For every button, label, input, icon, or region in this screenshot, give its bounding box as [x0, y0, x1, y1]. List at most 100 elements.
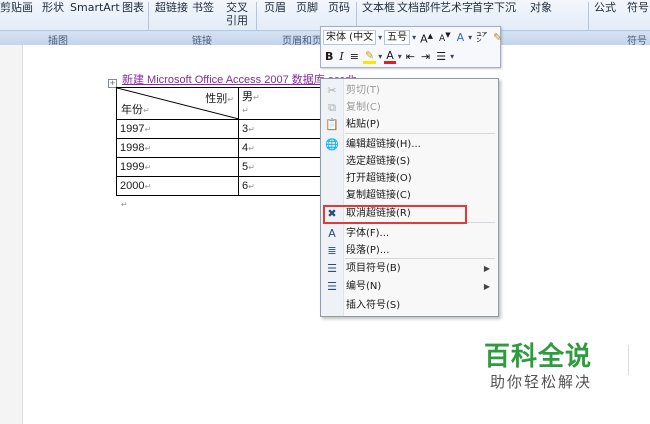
year-cell[interactable]: 1998↵: [116, 138, 239, 158]
wordart-button[interactable]: 艺术字: [440, 1, 473, 14]
chart-button[interactable]: 图表: [122, 1, 144, 14]
submenu-arrow-icon: ▶: [483, 264, 490, 273]
menu-edit-hyperlink[interactable]: 🌐 编辑超链接(H)...: [321, 136, 498, 153]
watermark-subtitle: 助你轻松解决: [490, 373, 593, 391]
object-button[interactable]: 对象: [530, 1, 552, 14]
menu-item-label: 编号(N): [346, 281, 382, 292]
increase-indent-icon[interactable]: ⇥: [419, 49, 432, 64]
equation-button[interactable]: 公式: [594, 1, 616, 14]
menu-paste[interactable]: 📋 粘贴(P): [321, 116, 498, 133]
header-button[interactable]: 页眉: [264, 1, 286, 14]
center-align-icon[interactable]: ≡: [348, 49, 361, 64]
grow-font-icon[interactable]: A▲: [418, 29, 435, 47]
footer-button[interactable]: 页脚: [296, 1, 318, 14]
header-col2-cell[interactable]: 男↵ ↵: [238, 87, 322, 120]
menu-item-label: 段落(P)...: [346, 245, 390, 256]
italic-button[interactable]: I: [337, 49, 345, 64]
menu-item-label: 项目符号(B): [346, 263, 401, 274]
watermark-title: 百科全说: [484, 342, 593, 372]
submenu-arrow-icon: ▶: [483, 282, 490, 291]
value-cell[interactable]: 6↵: [238, 176, 322, 196]
highlight-icon[interactable]: ✎: [362, 50, 377, 64]
year-cell[interactable]: 2000↵: [116, 176, 239, 196]
text-effect-icon[interactable]: A: [455, 30, 467, 45]
menu-item-label: 选定超链接(S): [346, 156, 411, 167]
page-margin: [0, 45, 23, 424]
menu-item-label: 粘贴(P): [346, 119, 380, 130]
symbol-button[interactable]: 符号: [627, 1, 649, 14]
bullets-toolbar-icon[interactable]: ☰: [434, 49, 448, 64]
menu-item-label: 编辑超链接(H)...: [346, 139, 421, 150]
format-painter-icon[interactable]: ✎: [491, 30, 504, 45]
hyperlink-button[interactable]: 超链接: [155, 1, 188, 14]
bookmark-button[interactable]: 书签: [192, 1, 214, 14]
year-text: 1999: [120, 161, 145, 173]
value-cell[interactable]: 4↵: [238, 138, 322, 158]
menu-item-label: 插入符号(S): [346, 300, 401, 311]
value-cell[interactable]: 5↵: [238, 157, 322, 177]
decrease-indent-icon[interactable]: ⇤: [404, 49, 417, 64]
data-table: 性别↵ 年份↵ 男↵ ↵ 1997↵ 3↵ 1998↵ 4↵ 1999↵ 5↵ 2000↵ 6↵: [116, 87, 328, 196]
globe-link-icon: 🌐: [325, 138, 339, 151]
table-row: 1997↵ 3↵: [116, 119, 328, 139]
table-body: 1997↵ 3↵ 1998↵ 4↵ 1999↵ 5↵ 2000↵ 6↵: [116, 119, 328, 196]
divider: [628, 345, 629, 375]
menu-item-label: 剪切(T): [346, 85, 380, 96]
mini-toolbar-row1: 宋体 (中文 ▾ 五号 ▾ A▲ A▼ A ▾ ㍐ ✎: [323, 29, 504, 46]
table-row: 1998↵ 4↵: [116, 138, 328, 158]
table-header-row: 性别↵ 年份↵ 男↵ ↵: [116, 87, 328, 120]
menu-item-label: 复制(C): [346, 102, 381, 113]
font-size-box[interactable]: 五号: [384, 30, 411, 45]
header-gender: 性别↵: [205, 93, 234, 105]
year-text: 2000: [120, 180, 145, 192]
menu-cut[interactable]: ✂ 剪切(T): [321, 82, 498, 99]
font-name-box[interactable]: 宋体 (中文: [323, 30, 377, 45]
font-color-icon[interactable]: A: [384, 50, 396, 64]
year-cell[interactable]: 1997↵: [116, 119, 239, 139]
paragraph-mark: ↵: [121, 200, 128, 209]
context-menu: ✂ 剪切(T) ⧉ 复制(C) 📋 粘贴(P) 🌐 编辑超链接(H)... 选定超链接(S) 打开…: [320, 78, 499, 317]
diagonal-header-cell[interactable]: 性别↵ 年份↵: [116, 87, 239, 120]
bullets-icon: ☰: [327, 262, 337, 275]
year-cell[interactable]: 1999↵: [116, 157, 239, 177]
font-a-icon: A: [328, 227, 336, 240]
paste-icon: 📋: [325, 118, 339, 131]
menu-separator: [345, 133, 495, 134]
header-year-text: 年份: [121, 104, 143, 116]
year-text: 1997: [120, 123, 145, 135]
clipboard-button[interactable]: 剪贴画: [0, 1, 33, 14]
menu-separator: [345, 258, 495, 259]
menu-numbering[interactable]: ☰ 编号(N) ▶: [321, 278, 498, 295]
highlight-annotation-box: [323, 205, 467, 224]
shrink-font-icon[interactable]: A▼: [437, 28, 453, 47]
table-row: 2000↵ 6↵: [116, 176, 328, 196]
table-row: 1999↵ 5↵: [116, 157, 328, 177]
docparts-button[interactable]: 文档部件: [397, 1, 441, 14]
crossref-line2: 引用: [226, 14, 248, 27]
year-text: 1998: [120, 142, 145, 154]
numbering-icon: ☰: [327, 280, 337, 293]
menu-paragraph[interactable]: ≣ 段落(P)...: [321, 242, 498, 259]
menu-bullets[interactable]: ☰ 项目符号(B) ▶: [321, 260, 498, 277]
header-year: 年份↵: [121, 104, 150, 116]
mini-toolbar-row2: B I ≡ ✎ ▾ A ▾ ⇤ ⇥ ☰ ▾: [323, 48, 455, 64]
paragraph-icon: ≣: [327, 244, 337, 257]
mini-toolbar: 宋体 (中文 ▾ 五号 ▾ A▲ A▼ A ▾ ㍐ ✎ B I ≡ ✎ ▾ A ▾ ⇤ ⇥…: [320, 26, 504, 68]
phonetic-icon[interactable]: ㍐: [474, 30, 489, 45]
smartart-button[interactable]: SmartArt: [70, 1, 120, 14]
shapes-button[interactable]: 形状: [42, 1, 64, 14]
header-male-text: 男: [242, 91, 253, 103]
menu-copy-hyperlink[interactable]: 复制超链接(C): [321, 187, 498, 204]
menu-copy[interactable]: ⧉ 复制(C): [321, 99, 498, 116]
menu-open-hyperlink[interactable]: 打开超链接(O): [321, 170, 498, 187]
dropcap-button[interactable]: 首字下沉: [472, 1, 516, 14]
menu-font[interactable]: A 字体(F)...: [321, 225, 498, 242]
bold-button[interactable]: B: [323, 49, 335, 64]
textbox-button[interactable]: 文本框: [362, 1, 395, 14]
pagenum-button[interactable]: 页码: [328, 1, 350, 14]
value-cell[interactable]: 3↵: [238, 119, 322, 139]
scissors-icon: ✂: [327, 84, 337, 97]
crossref-button[interactable]: 交叉: [226, 1, 248, 14]
menu-insert-symbol[interactable]: 插入符号(S): [321, 297, 498, 314]
menu-select-hyperlink[interactable]: 选定超链接(S): [321, 153, 498, 170]
